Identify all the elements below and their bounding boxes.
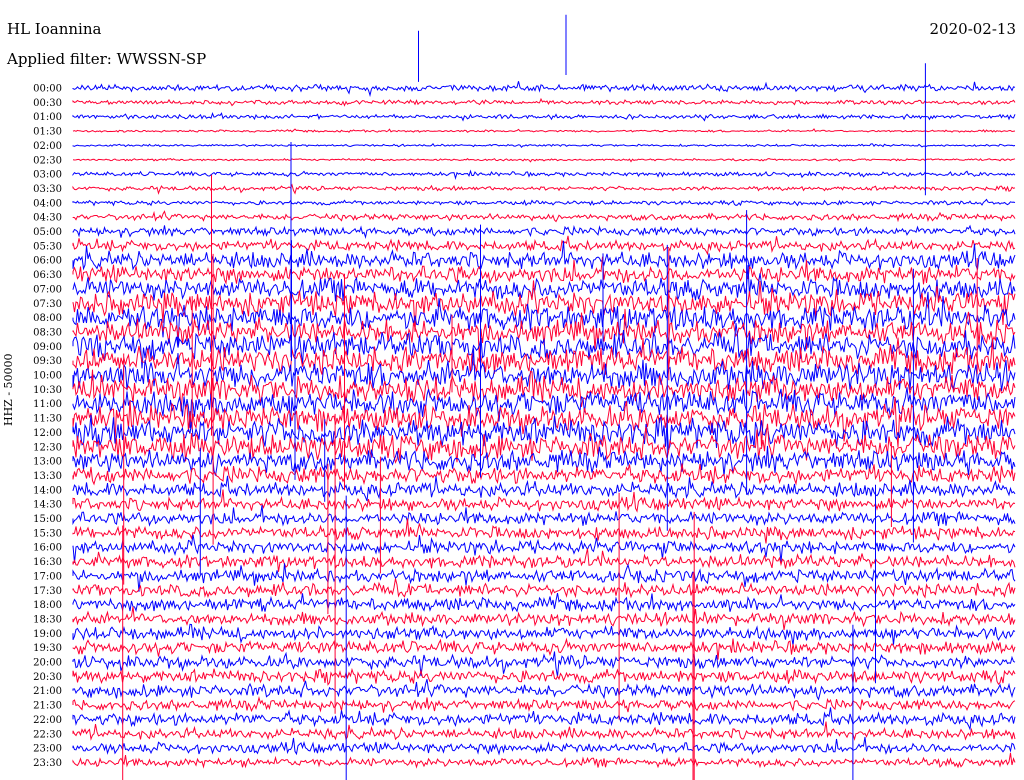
trace-1900: [72, 623, 1016, 646]
time-label: 13:30: [33, 471, 62, 482]
trace-2330: [72, 752, 1016, 769]
time-label: 09:00: [33, 342, 62, 353]
trace-1830: [72, 606, 1016, 631]
time-label: 12:30: [33, 442, 62, 453]
time-label: 05:30: [33, 241, 62, 252]
time-label: 03:30: [33, 184, 62, 195]
time-label: 08:30: [33, 327, 62, 338]
time-label: 11:30: [33, 414, 62, 425]
trace-1500: [72, 505, 1016, 527]
time-label: 04:00: [33, 198, 62, 209]
time-label: 01:00: [33, 112, 62, 123]
trace-0000: [72, 81, 1016, 98]
time-label: 07:00: [33, 284, 62, 295]
trace-0200: [72, 142, 1016, 148]
trace-0730: [72, 280, 1016, 333]
trace-0330: [72, 183, 1016, 195]
time-label: 16:30: [33, 557, 62, 568]
trace-1700: [72, 563, 1016, 592]
trace-1600: [72, 534, 1016, 563]
time-label: 13:00: [33, 457, 62, 468]
trace-0700: [72, 265, 1016, 302]
trace-1630: [72, 548, 1016, 572]
time-label: 14:00: [33, 485, 62, 496]
time-label: 20:00: [33, 658, 62, 669]
trace-1330: [72, 463, 1016, 486]
time-label: 17:00: [33, 571, 62, 582]
trace-1130: [72, 396, 1016, 448]
trace-2130: [72, 696, 1016, 713]
time-label: 08:00: [33, 313, 62, 324]
time-label: 04:30: [33, 213, 62, 224]
time-label: 01:30: [33, 127, 62, 138]
trace-0500: [72, 224, 1016, 240]
trace-0400: [72, 198, 1016, 207]
time-label: 23:30: [33, 758, 62, 769]
time-label: 11:00: [33, 399, 62, 410]
time-label: 05:00: [33, 227, 62, 238]
time-label: 20:30: [33, 672, 62, 683]
time-label: 23:00: [33, 744, 62, 755]
time-label: 18:30: [33, 614, 62, 625]
trace-0600: [72, 240, 1016, 271]
time-label: 06:30: [33, 270, 62, 281]
trace-layer: [72, 14, 1016, 780]
time-label: 07:30: [33, 299, 62, 310]
time-label: 10:00: [33, 371, 62, 382]
trace-2000: [72, 651, 1016, 677]
trace-0430: [72, 210, 1016, 223]
time-label: 02:30: [33, 155, 62, 166]
trace-0530: [72, 235, 1016, 256]
trace-2230: [72, 721, 1016, 741]
time-label: 09:30: [33, 356, 62, 367]
trace-0130: [72, 128, 1016, 133]
trace-0100: [72, 112, 1016, 122]
trace-2300: [72, 736, 1016, 756]
time-labels: 00:00 00:30 01:00 01:30 02:00 02:30 03:00 03:30…: [33, 84, 62, 769]
time-label: 14:30: [33, 500, 62, 511]
trace-0030: [72, 97, 1016, 107]
trace-2100: [72, 679, 1016, 701]
trace-0300: [72, 169, 1016, 180]
time-label: 02:00: [33, 141, 62, 152]
time-label: 21:30: [33, 701, 62, 712]
trace-1800: [72, 593, 1016, 613]
time-label: 17:30: [33, 586, 62, 597]
time-label: 21:00: [33, 686, 62, 697]
trace-0230: [72, 157, 1016, 163]
time-label: 22:30: [33, 729, 62, 740]
trace-1100: [72, 387, 1016, 428]
time-label: 19:30: [33, 643, 62, 654]
time-label: 03:00: [33, 170, 62, 181]
time-label: 15:00: [33, 514, 62, 525]
seismogram-plot: 00:00 00:30 01:00 01:30 02:00 02:30 03:00 03:30…: [33, 14, 1016, 780]
trace-2200: [72, 707, 1016, 731]
trace-1300: [72, 445, 1016, 477]
time-label: 18:00: [33, 600, 62, 611]
trace-1400: [72, 475, 1016, 502]
time-label: 19:00: [33, 629, 62, 640]
time-label: 00:30: [33, 98, 62, 109]
time-label: 06:00: [33, 256, 62, 267]
time-label: 12:00: [33, 428, 62, 439]
time-label: 15:30: [33, 528, 62, 539]
trace-1030: [72, 369, 1016, 412]
trace-2030: [72, 667, 1016, 686]
time-label: 10:30: [33, 385, 62, 396]
time-label: 22:00: [33, 715, 62, 726]
time-label: 00:00: [33, 84, 62, 95]
time-label: 16:00: [33, 543, 62, 554]
